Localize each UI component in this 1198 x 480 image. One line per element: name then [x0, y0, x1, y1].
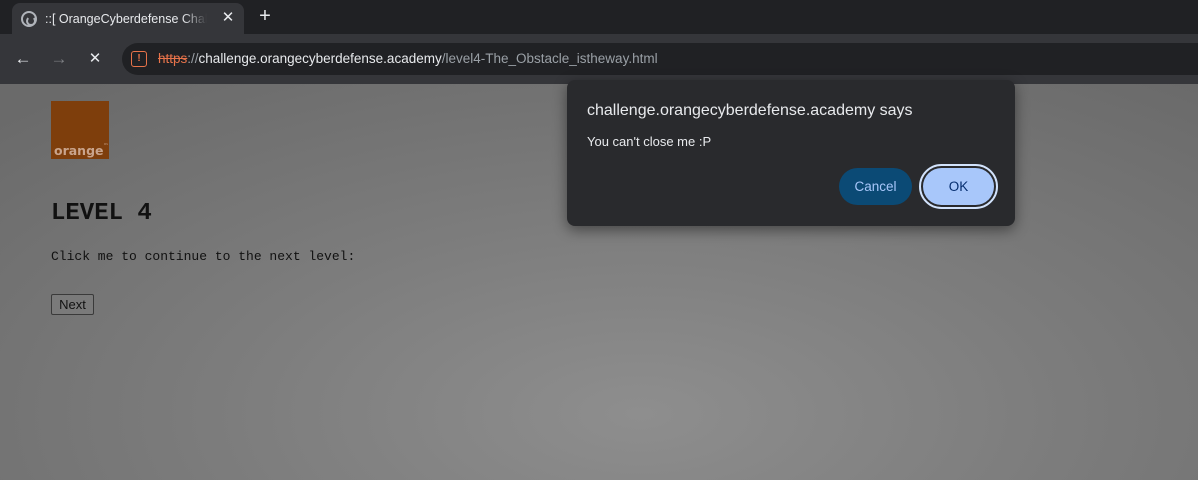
ok-button[interactable]: OK — [923, 168, 994, 205]
instruction-text: Click me to continue to the next level: — [51, 249, 356, 264]
alert-dialog: challenge.orangecyberdefense.academy say… — [567, 80, 1015, 226]
loading-favicon-icon — [21, 10, 37, 27]
url-path: /level4-The_Obstacle_istheway.html — [441, 51, 658, 66]
dialog-title: challenge.orangecyberdefense.academy say… — [587, 102, 913, 119]
back-button[interactable]: ← — [11, 47, 35, 71]
tab-close-icon[interactable]: ✕ — [218, 8, 238, 28]
orange-logo: orange™ — [51, 101, 109, 159]
cancel-button[interactable]: Cancel — [839, 168, 912, 205]
page-title: LEVEL 4 — [51, 200, 152, 227]
warning-icon[interactable]: ! — [131, 51, 147, 67]
next-button[interactable]: Next — [51, 294, 94, 315]
forward-button[interactable]: → — [47, 47, 71, 71]
url-separator: :// — [187, 51, 199, 66]
url-text[interactable]: https://challenge.orangecyberdefense.aca… — [158, 51, 658, 66]
url-scheme: https — [158, 51, 188, 66]
logo-tm: ™ — [103, 143, 109, 149]
address-bar[interactable]: ! https://challenge.orangecyberdefense.a… — [122, 43, 1198, 75]
browser-tab[interactable]: ::[ OrangeCyberdefense Challenge ✕ — [12, 3, 244, 34]
tab-title: ::[ OrangeCyberdefense Challenge — [45, 11, 207, 26]
tab-strip: ::[ OrangeCyberdefense Challenge ✕ + — [0, 0, 1198, 34]
stop-loading-button[interactable]: ✕ — [83, 47, 107, 71]
new-tab-button[interactable]: + — [253, 5, 277, 29]
logo-word: orange — [54, 143, 104, 158]
browser-toolbar: ← → ✕ ! https://challenge.orangecyberdef… — [0, 34, 1198, 84]
logo-text: orange™ — [54, 143, 109, 158]
url-host: challenge.orangecyberdefense.academy — [198, 51, 442, 66]
dialog-message: You can't close me :P — [587, 134, 712, 149]
